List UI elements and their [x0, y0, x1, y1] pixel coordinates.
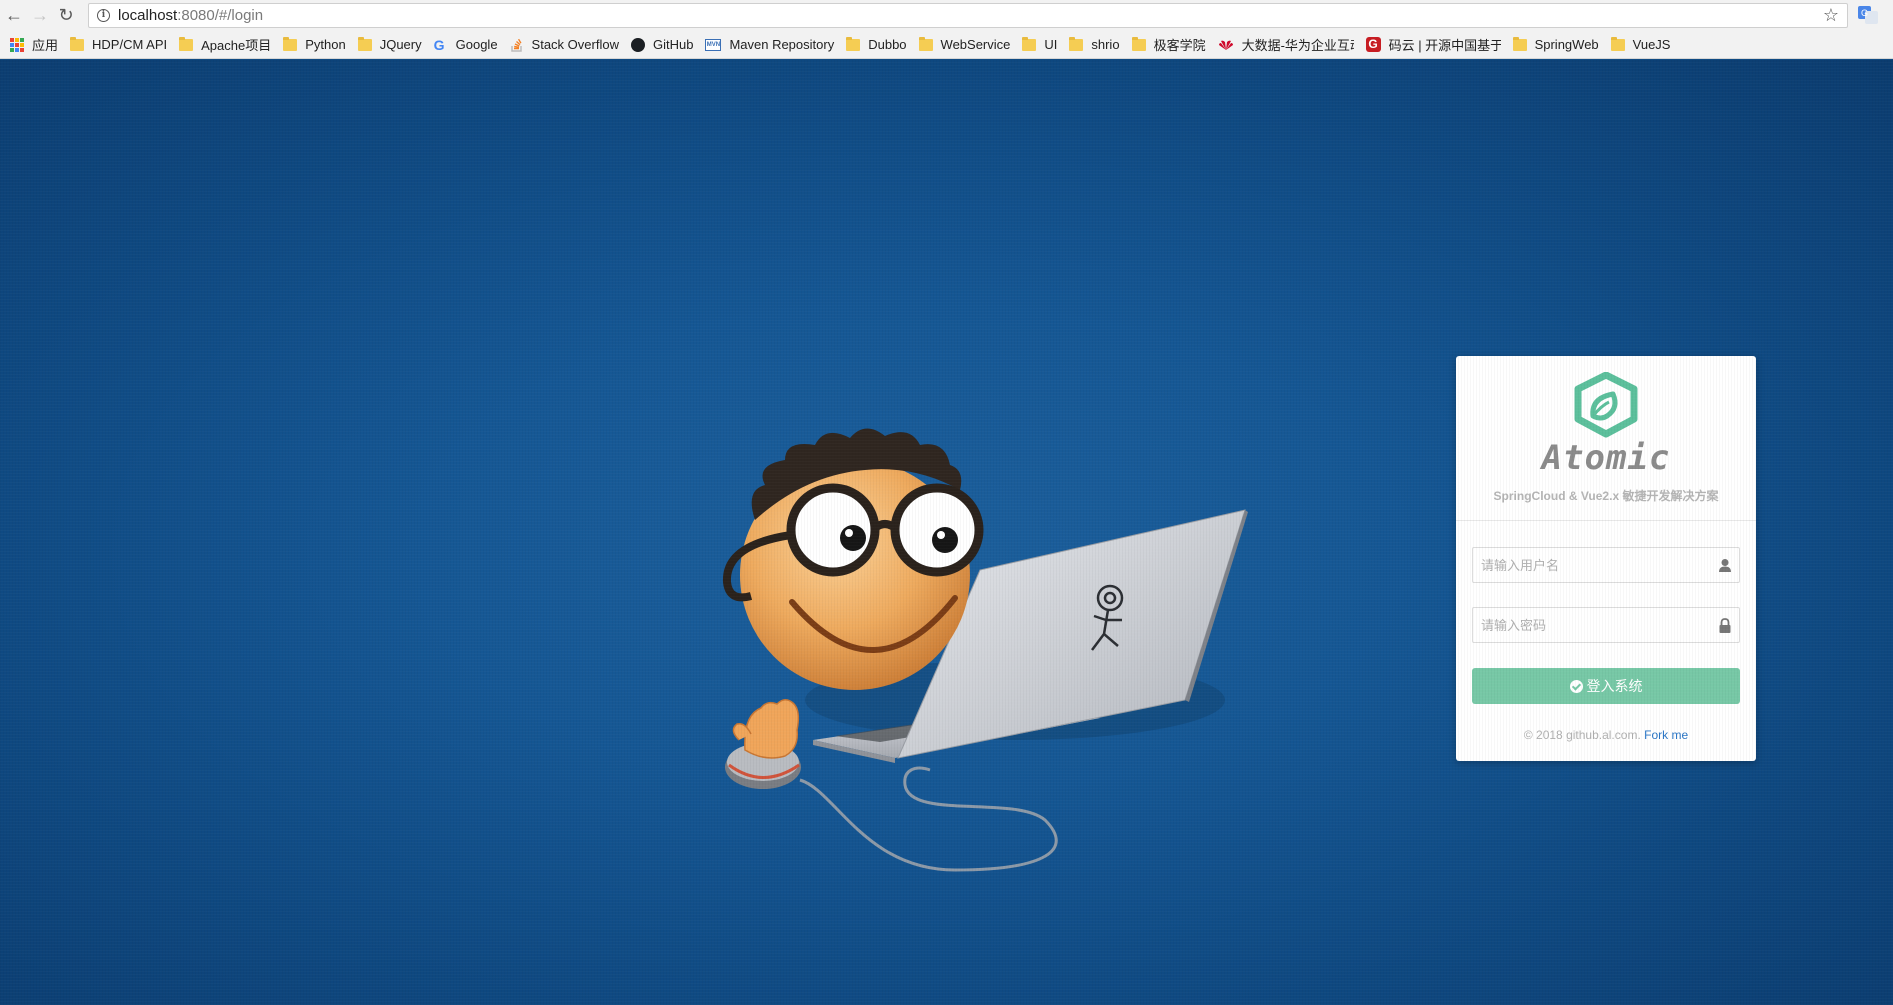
bookmark-label: 码云 | 开源中国基于G: [1388, 38, 1501, 53]
copyright-text: © 2018 github.al.com.: [1523, 728, 1641, 742]
bookmark-label: WebService: [940, 37, 1011, 52]
huawei-icon: [1218, 40, 1233, 50]
bookmark-star-icon[interactable]: ☆: [1823, 5, 1839, 26]
atomic-logo-icon: [1574, 372, 1638, 438]
login-footer: © 2018 github.al.com. Fork me: [1456, 728, 1756, 742]
back-icon[interactable]: ←: [1, 3, 27, 29]
login-card-header: Atomic SpringCloud & Vue2.x 敏捷开发解决方案: [1456, 356, 1756, 521]
folder-icon: [1512, 36, 1527, 51]
folder-icon: [846, 36, 861, 51]
bookmark-label: Stack Overflow: [531, 37, 619, 52]
bookmark-item[interactable]: MVN Maven Repository: [701, 34, 842, 56]
bookmark-label: GitHub: [652, 37, 694, 52]
login-button-label: 登入系统: [1586, 678, 1643, 694]
folder-icon: [70, 36, 85, 51]
check-circle-icon: [1569, 679, 1583, 693]
bookmark-item[interactable]: 大数据-华为企业互动: [1214, 34, 1362, 56]
folder-icon: [179, 36, 194, 51]
bookmark-label: SpringWeb: [1534, 37, 1599, 52]
folder-icon: [357, 36, 372, 51]
login-card: Atomic SpringCloud & Vue2.x 敏捷开发解决方案 登入系…: [1456, 356, 1756, 761]
bookmark-label: Apache项目: [201, 38, 272, 53]
google-icon: G: [433, 36, 445, 53]
apps-grid-icon: [10, 37, 24, 52]
smiley-with-laptop-illustration: [722, 428, 1248, 872]
github-icon: [630, 37, 645, 52]
bookmark-item[interactable]: Apache项目: [175, 34, 279, 56]
bookmark-label: Python: [305, 37, 346, 52]
info-icon[interactable]: i: [97, 9, 110, 22]
bookmark-label: Maven Repository: [729, 37, 835, 52]
bookmark-item[interactable]: VueJS: [1607, 34, 1679, 56]
login-button[interactable]: 登入系统: [1472, 668, 1740, 704]
bookmark-label: HDP/CM API: [92, 37, 168, 52]
bookmark-item[interactable]: Stack Overflow: [506, 34, 627, 56]
lock-icon: [1719, 618, 1731, 633]
address-bar[interactable]: i localhost:8080/#/login ☆: [88, 3, 1848, 28]
bookmark-label: 极客学院: [1153, 38, 1206, 53]
maven-icon: MVN: [705, 38, 722, 51]
fork-me-link[interactable]: Fork me: [1644, 728, 1688, 742]
bookmark-label: VueJS: [1632, 37, 1671, 52]
bookmark-item[interactable]: Dubbo: [842, 34, 914, 56]
url-path: :8080/#/login: [177, 7, 264, 24]
bookmark-item[interactable]: shrio: [1065, 34, 1127, 56]
bookmark-item[interactable]: 应用: [6, 34, 66, 56]
browser-toolbar: ← → ↻ i localhost:8080/#/login ☆ G: [0, 0, 1893, 31]
bookmark-item[interactable]: HDP/CM API: [66, 34, 175, 56]
folder-icon: [283, 36, 298, 51]
bookmark-item[interactable]: WebService: [915, 34, 1019, 56]
reload-icon[interactable]: ↻: [53, 3, 79, 29]
bookmark-item[interactable]: JQuery: [354, 34, 430, 56]
bookmark-label: Dubbo: [868, 37, 907, 52]
bookmark-item[interactable]: Python: [279, 34, 353, 56]
folder-icon: [1610, 36, 1625, 51]
folder-icon: [1131, 36, 1146, 51]
translate-extension-icon[interactable]: G: [1858, 6, 1878, 24]
password-input[interactable]: [1473, 608, 1703, 642]
bookmark-label: Google: [455, 37, 498, 52]
bookmark-item[interactable]: G Google: [430, 34, 506, 56]
logo-wordmark: Atomic: [1541, 438, 1671, 478]
gitee-icon: G: [1365, 37, 1381, 52]
folder-icon: [1022, 36, 1037, 51]
bookmarks-bar: 应用 HDP/CM API Apache项目 Python JQuery G Google S…: [0, 31, 1893, 59]
password-field[interactable]: [1472, 607, 1740, 643]
user-icon: [1719, 559, 1731, 572]
login-page-background: Atomic SpringCloud & Vue2.x 敏捷开发解决方案 登入系…: [0, 60, 1893, 1005]
stackoverflow-icon: [510, 38, 522, 52]
username-input[interactable]: [1473, 548, 1703, 582]
bookmark-label: 大数据-华为企业互动: [1241, 38, 1354, 53]
bookmark-item[interactable]: UI: [1018, 34, 1065, 56]
folder-icon: [1069, 36, 1084, 51]
username-field[interactable]: [1472, 547, 1740, 583]
bookmark-item[interactable]: G 码云 | 开源中国基于G: [1362, 34, 1509, 56]
forward-icon[interactable]: →: [27, 3, 53, 29]
bookmark-item[interactable]: 极客学院: [1128, 34, 1214, 56]
bookmark-label: JQuery: [379, 37, 422, 52]
bookmark-label: UI: [1044, 37, 1058, 52]
bookmark-item[interactable]: GitHub: [627, 34, 701, 56]
bookmark-label: 应用: [32, 38, 59, 53]
bookmark-label: shrio: [1091, 37, 1120, 52]
bookmark-item[interactable]: SpringWeb: [1509, 34, 1607, 56]
folder-icon: [918, 36, 933, 51]
login-subtitle: SpringCloud & Vue2.x 敏捷开发解决方案: [1493, 489, 1719, 503]
url-host: localhost: [118, 7, 178, 24]
svg-text:G: G: [1861, 8, 1868, 18]
